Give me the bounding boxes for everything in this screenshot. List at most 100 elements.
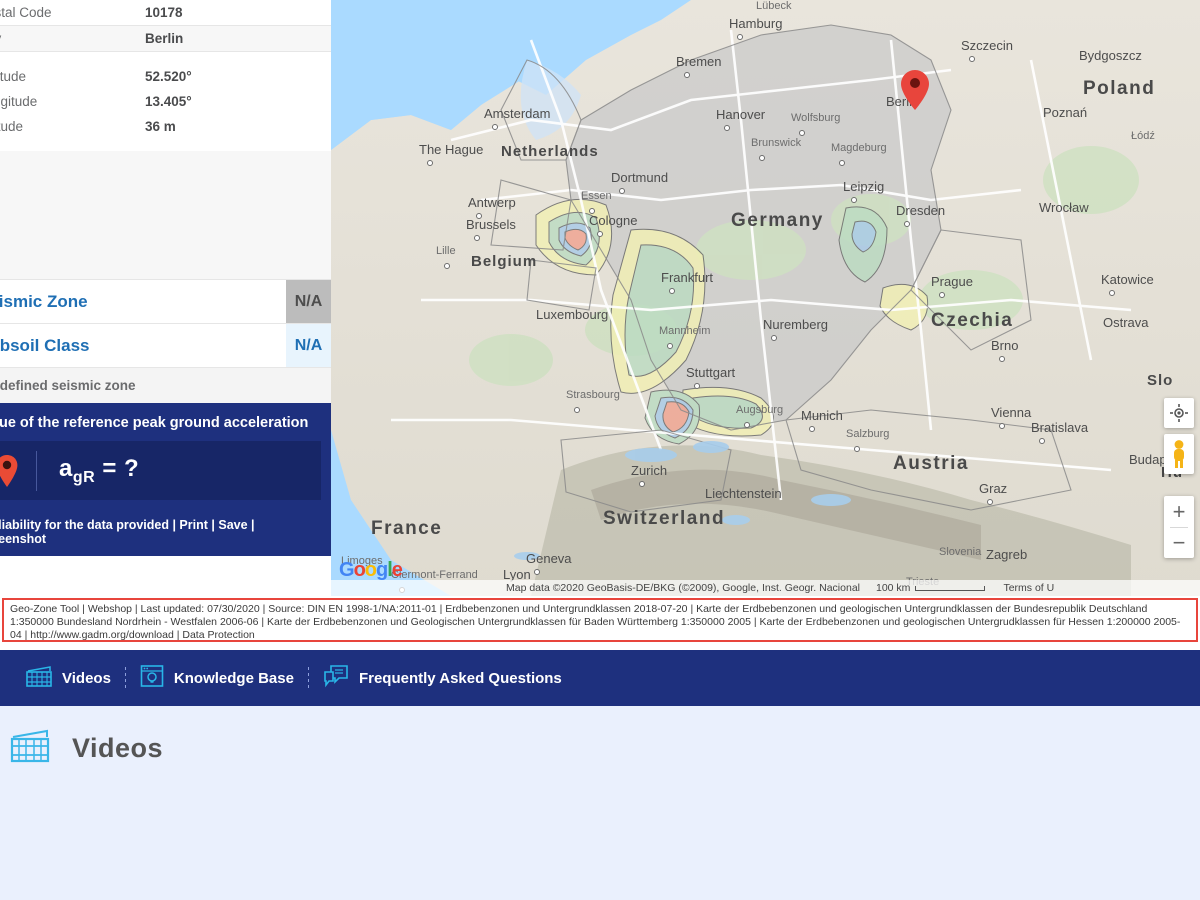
table-row: City Berlin: [0, 26, 331, 51]
agr-formula: agR = ?: [37, 455, 139, 487]
locate-me-icon[interactable]: [1164, 398, 1194, 428]
map-city-dot: [904, 221, 910, 227]
zoom-out-button[interactable]: −: [1164, 528, 1194, 558]
map-city-dot: [589, 208, 595, 214]
logo-letter: G: [339, 559, 354, 581]
seismic-zone-row: Seismic Zone N/A: [0, 279, 331, 323]
map-scale: 100 km: [876, 582, 985, 594]
seismic-zone-label: Seismic Zone: [0, 280, 286, 323]
map-scale-label: 100 km: [876, 582, 910, 594]
altitude-label: Altitude: [0, 119, 145, 134]
terms-of-use-link[interactable]: Terms of U: [1003, 582, 1054, 594]
longitude-value: 13.405°: [145, 94, 192, 109]
coordinate-row: Latitude 52.520°: [0, 64, 331, 89]
map-city-dot: [799, 130, 805, 136]
table-row: Postal Code 10178: [0, 0, 331, 25]
nav-item-videos[interactable]: Videos: [12, 665, 125, 691]
coordinates-block: Latitude 52.520° Longitude 13.405° Altit…: [0, 52, 331, 151]
logo-letter: e: [392, 559, 402, 581]
map-city-dot: [684, 72, 690, 78]
latitude-value: 52.520°: [145, 69, 192, 84]
agr-value-box: agR = ?: [0, 441, 321, 500]
map-city-dot: [476, 213, 482, 219]
map-city-dot: [597, 231, 603, 237]
seismic-zone-note: No defined seismic zone: [0, 367, 331, 403]
subsoil-class-label: Subsoil Class: [0, 324, 286, 367]
map-city-dot: [474, 235, 480, 241]
app-root: Postal Code 10178 City Berlin Latitude 5…: [0, 0, 1200, 900]
row-key: Postal Code: [0, 5, 145, 20]
map-city-dot: [939, 292, 945, 298]
videos-header: Videos: [0, 706, 1200, 790]
nav-item-knowledge-base[interactable]: Knowledge Base: [126, 664, 308, 692]
row-key: City: [0, 31, 145, 46]
clapperboard-icon: [26, 665, 52, 691]
map-attribution-bar: Map data ©2020 GeoBasis-DE/BKG (©2009), …: [331, 580, 1200, 596]
map-city-dot: [999, 423, 1005, 429]
map-city-dot: [854, 446, 860, 452]
map-city-dot: [839, 160, 845, 166]
panel-spacer: [0, 151, 331, 279]
map-city-dot: [667, 343, 673, 349]
clapperboard-icon: [10, 728, 50, 769]
subsoil-class-value: N/A: [286, 324, 331, 367]
seismic-zone-value: N/A: [286, 280, 331, 323]
agr-equals: = ?: [95, 455, 139, 482]
map-city-dot: [851, 197, 857, 203]
map-city-dot: [444, 263, 450, 269]
map-city-dot: [999, 356, 1005, 362]
map-city-dot: [1039, 438, 1045, 444]
videos-section: Videos: [0, 706, 1200, 900]
map-city-dot: [619, 188, 625, 194]
map-canvas[interactable]: Germany Poland Czechia France Switzerlan…: [331, 0, 1200, 596]
nav-item-faq[interactable]: Frequently Asked Questions: [309, 664, 576, 692]
map-city-dot: [969, 56, 975, 62]
logo-letter: g: [376, 559, 387, 581]
map-tiles: [331, 0, 1200, 596]
latitude-label: Latitude: [0, 69, 145, 84]
source-attribution-strip[interactable]: Geo-Zone Tool | Webshop | Last updated: …: [2, 598, 1198, 642]
map-city-dot: [759, 155, 765, 161]
speech-bubbles-icon: [323, 664, 349, 692]
map-city-dot: [771, 335, 777, 341]
logo-letter: o: [354, 559, 365, 581]
map-city-dot: [724, 125, 730, 131]
map-city-dot: [427, 160, 433, 166]
map-city-dot: [737, 34, 743, 40]
subsoil-class-row: Subsoil Class N/A: [0, 323, 331, 367]
videos-title: Videos: [72, 733, 163, 764]
map-city-dot: [744, 422, 750, 428]
agr-subscript: gR: [73, 468, 95, 485]
map-city-dot: [639, 481, 645, 487]
map-city-dot: [694, 383, 700, 389]
map-city-dot: [534, 569, 540, 575]
nav-item-label: Knowledge Base: [174, 670, 294, 687]
map-city-dot: [1109, 290, 1115, 296]
altitude-value: 36 m: [145, 119, 176, 134]
map-pin-icon: [0, 455, 36, 487]
map-attribution-text: Map data ©2020 GeoBasis-DE/BKG (©2009), …: [506, 582, 860, 594]
zoom-in-button[interactable]: +: [1164, 497, 1194, 527]
agr-body: agR = ?: [0, 441, 331, 510]
longitude-label: Longitude: [0, 94, 145, 109]
logo-letter: o: [365, 559, 376, 581]
resource-navbar: Videos Knowledge Base: [0, 650, 1200, 706]
location-info-panel: Postal Code 10178 City Berlin Latitude 5…: [0, 0, 331, 596]
street-view-pegman-icon[interactable]: [1164, 434, 1194, 474]
coordinate-row: Altitude 36 m: [0, 114, 331, 139]
google-logo: Google: [339, 559, 402, 582]
row-value: Berlin: [145, 31, 183, 46]
zoom-controls[interactable]: + −: [1164, 496, 1194, 558]
row-value: 10178: [145, 5, 183, 20]
map-scale-bar: [915, 586, 985, 591]
panel-links[interactable]: No liability for the data provided | Pri…: [0, 510, 331, 556]
agr-heading: Value of the reference peak ground accel…: [0, 403, 331, 441]
location-marker[interactable]: [901, 70, 929, 115]
lightbulb-window-icon: [140, 664, 164, 692]
coordinate-row: Longitude 13.405°: [0, 89, 331, 114]
map-city-dot: [809, 426, 815, 432]
agr-symbol: a: [59, 455, 73, 482]
nav-item-label: Frequently Asked Questions: [359, 670, 562, 687]
map-city-dot: [987, 499, 993, 505]
nav-item-label: Videos: [62, 670, 111, 687]
